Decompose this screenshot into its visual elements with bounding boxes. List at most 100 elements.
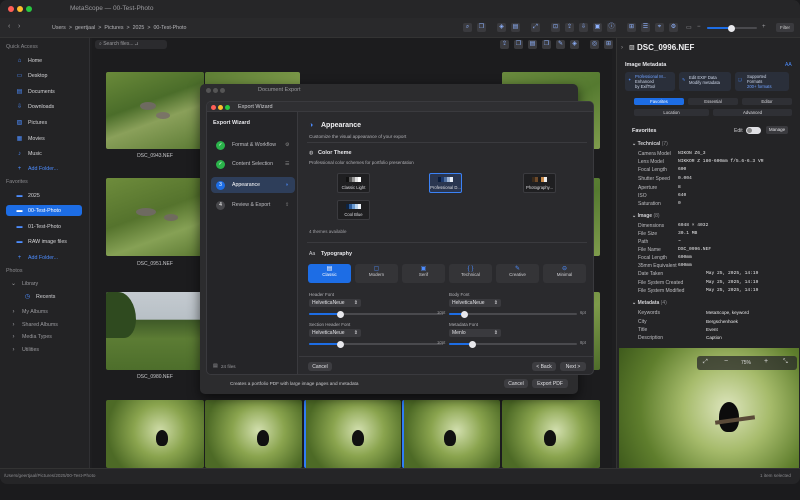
minimize-window-button[interactable]	[17, 6, 23, 12]
utilities-disclosure[interactable]: › Utilities	[6, 344, 82, 355]
thumbnail-size-slider[interactable]	[707, 24, 757, 32]
sidebar-item-raw[interactable]: ▬ RAW image files	[6, 236, 82, 247]
add-folder-button[interactable]: + Add Folder...	[6, 163, 82, 174]
zoom-in-icon[interactable]: +	[762, 24, 766, 30]
thumbnail-blackbird[interactable]	[402, 400, 500, 468]
sidebar-item-pictures[interactable]: ▨ Pictures	[6, 117, 82, 128]
zoom-out-icon[interactable]: −	[724, 358, 728, 365]
footer-cancel-button[interactable]: Cancel	[504, 379, 528, 388]
step-review-export[interactable]: 4 Review & Export ⇪	[211, 197, 295, 213]
thumbnail-blackbird[interactable]	[205, 400, 302, 468]
save-icon[interactable]: ▣	[593, 23, 602, 32]
thumbnail-blackbird[interactable]	[106, 400, 204, 468]
wizard-cancel-button[interactable]: Cancel	[308, 362, 332, 371]
theme-photography[interactable]: Photography...	[523, 173, 556, 193]
zoom-in-icon[interactable]: +	[764, 358, 768, 365]
body-font-select[interactable]: HelveticaNeue ⇕	[449, 299, 501, 307]
theme-classic-light[interactable]: Classic Light	[337, 173, 370, 193]
sidebar-item-2025[interactable]: ▬ 2025	[6, 190, 82, 201]
thumbnail-dsc0943[interactable]	[106, 72, 204, 149]
technical-section-header[interactable]: ⌄ Technical (7)	[632, 141, 668, 147]
edit-toggle[interactable]	[746, 127, 761, 134]
font-style-modern[interactable]: ▢ Modern	[355, 264, 398, 283]
filter-button[interactable]: Filter	[776, 23, 794, 32]
sidebar-item-desktop[interactable]: ▭ Desktop	[6, 70, 82, 81]
sheet-min-dot[interactable]	[213, 88, 218, 93]
font-style-technical[interactable]: { } Technical	[449, 264, 492, 283]
lock-icon[interactable]: ⊡	[551, 23, 560, 32]
image-preview[interactable]: ⤢ − 75% + ⤡	[619, 348, 799, 468]
step-content-selection[interactable]: ✓ Content Selection ☰	[211, 156, 295, 172]
step-appearance[interactable]: 3 Appearance ◑	[211, 177, 295, 193]
tag-icon[interactable]: ◈	[497, 23, 506, 32]
body-size-slider[interactable]	[449, 310, 577, 318]
tab-editor[interactable]: Editor	[742, 98, 792, 105]
search-icon[interactable]: ⌕	[463, 23, 472, 32]
minimize-window-button[interactable]	[218, 104, 223, 110]
tab-favorites[interactable]: Favorites	[634, 98, 684, 105]
close-window-button[interactable]	[8, 6, 14, 12]
thumbnail-blackbird[interactable]	[304, 400, 401, 468]
thumbnail-dsc0951[interactable]	[106, 178, 204, 256]
search-input[interactable]: ⌕ Search files... ↵	[95, 40, 167, 49]
section-header-size-slider[interactable]	[309, 340, 442, 348]
library-disclosure[interactable]: ⌄ Library	[6, 278, 82, 289]
sheet-close-dot[interactable]	[206, 88, 211, 93]
next-button[interactable]: Next >	[560, 362, 586, 371]
step-format-workflow[interactable]: ✓ Format & Workflow ⚙	[211, 137, 295, 153]
copy-icon[interactable]: ❐	[542, 40, 551, 49]
tab-essential[interactable]: Essential	[688, 98, 738, 105]
image-section-header[interactable]: ⌄ Image (8)	[632, 213, 660, 219]
sidebar-item-documents[interactable]: ▤ Documents	[6, 86, 82, 97]
header-font-select[interactable]: HelveticaNeue ⇕	[309, 299, 361, 307]
zoom-window-button[interactable]	[26, 6, 32, 12]
tag-icon[interactable]: ◈	[570, 40, 579, 49]
thumbnail-dsc0980[interactable]	[106, 292, 204, 370]
grid-icon[interactable]: ⊞	[604, 40, 613, 49]
map-icon[interactable]: ⌖	[655, 23, 664, 32]
sidebar-item-movies[interactable]: ▦ Movies	[6, 133, 82, 144]
breadcrumb-pictures[interactable]: Pictures	[104, 25, 123, 31]
breadcrumb-users[interactable]: Users	[52, 25, 66, 31]
zoom-out-icon[interactable]: −	[697, 24, 701, 30]
copy-icon[interactable]: ❐	[514, 40, 523, 49]
manage-button[interactable]: Manage	[766, 126, 788, 134]
tab-advanced[interactable]: Advanced	[713, 109, 792, 116]
sidebar-item-downloads[interactable]: ⇩ Downloads	[6, 101, 82, 112]
shared-albums-disclosure[interactable]: › Shared Albums	[6, 319, 82, 330]
font-style-serif[interactable]: ▣ Serif	[402, 264, 445, 283]
forward-icon[interactable]: ›	[18, 23, 20, 30]
expand-icon[interactable]: ⤢	[703, 359, 708, 366]
settings-icon[interactable]: ⚙	[669, 23, 678, 32]
export-icon[interactable]: ⇪	[500, 40, 509, 49]
section-header-font-select[interactable]: HelveticaNeue ⇕	[309, 329, 361, 337]
breadcrumb-geertjaal[interactable]: geertjaal	[75, 25, 95, 31]
font-style-minimal[interactable]: ⊖ Minimal	[543, 264, 586, 283]
info-icon[interactable]: ⓘ	[607, 23, 616, 32]
sidebar-item-00-test-photo[interactable]: ▬ 00-Test-Photo	[6, 205, 82, 216]
export-icon[interactable]: ⇩	[579, 23, 588, 32]
chevron-right-icon[interactable]: ›	[621, 45, 623, 51]
export-pdf-button[interactable]: Export PDF	[532, 379, 568, 388]
breadcrumb-current[interactable]: 00-Test-Photo	[153, 25, 186, 31]
share-icon[interactable]: ⇪	[565, 23, 574, 32]
target-icon[interactable]: ◎	[590, 40, 599, 49]
theme-professional-dark[interactable]: Professional D...	[429, 173, 462, 193]
grid-icon[interactable]: ⊞	[627, 23, 636, 32]
document-icon[interactable]: ▤	[528, 40, 537, 49]
sidebar-item-recents[interactable]: ◷ Recents	[14, 291, 74, 302]
sheet-zoom-dot[interactable]	[220, 88, 225, 93]
copy-icon[interactable]: ❐	[477, 23, 486, 32]
expand-icon[interactable]: ⤢	[531, 23, 540, 32]
metadata-section-header[interactable]: ⌄ Metadata (4)	[632, 300, 667, 306]
grid-view-icon[interactable]: ▭	[686, 24, 692, 31]
breadcrumb-2025[interactable]: 2025	[133, 25, 145, 31]
theme-cool-blue[interactable]: Cool Blue	[337, 200, 370, 220]
sidebar-item-home[interactable]: ⌂ Home	[6, 55, 82, 66]
metadata-font-select[interactable]: Menlo ⇕	[449, 329, 501, 337]
text-size-button[interactable]: AA	[785, 62, 792, 68]
add-folder-button-2[interactable]: + Add Folder...	[6, 252, 82, 263]
close-window-button[interactable]	[211, 104, 216, 110]
fit-icon[interactable]: ⤡	[783, 359, 788, 366]
font-style-classic[interactable]: ▤ Classic	[308, 264, 351, 283]
